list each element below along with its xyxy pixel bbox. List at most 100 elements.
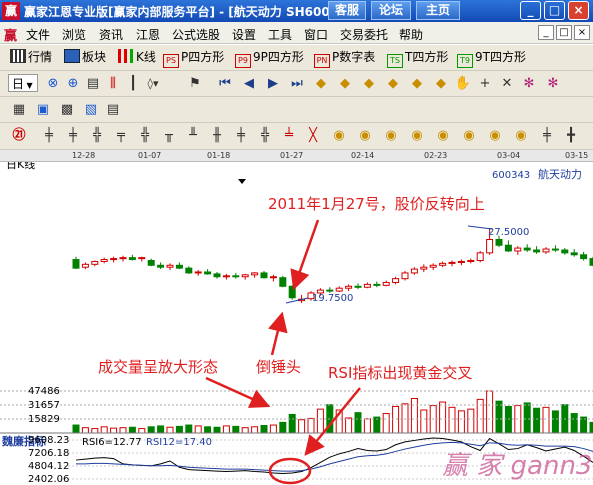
- last-icon[interactable]: ⏭: [288, 75, 306, 93]
- t9-icon: T9: [457, 54, 473, 68]
- draw-11-icon[interactable]: ╧: [280, 127, 298, 145]
- period-select[interactable]: 日 ▼: [8, 74, 38, 92]
- draw-3-icon[interactable]: ╬: [88, 127, 106, 145]
- menu-formula[interactable]: 公式选股: [172, 26, 220, 43]
- volume-bar: [439, 401, 447, 434]
- p-number-button[interactable]: PN P数字表: [314, 48, 375, 68]
- hangqing-button[interactable]: 行情: [10, 48, 52, 66]
- t-square-button[interactable]: TS T四方形: [387, 48, 448, 68]
- zoom-icon[interactable]: ⊕: [64, 75, 82, 93]
- zhuye-button[interactable]: 主页: [416, 1, 460, 20]
- menu-help[interactable]: 帮助: [399, 26, 423, 43]
- next-icon[interactable]: ▶: [264, 75, 282, 93]
- volume-bar: [504, 405, 512, 434]
- candle-body: [382, 281, 390, 286]
- circle-6-icon[interactable]: ◉: [460, 127, 478, 145]
- draw-14-icon[interactable]: ╋: [562, 127, 580, 145]
- p-square-button[interactable]: PS P四方形: [163, 48, 224, 68]
- print-icon[interactable]: ▤: [104, 101, 122, 119]
- menu-info[interactable]: 资讯: [99, 26, 123, 43]
- chart-type-icon[interactable]: ▤: [84, 75, 102, 93]
- draw-10-icon[interactable]: ╬: [256, 127, 274, 145]
- menu-bar: 赢 文件 浏览 资讯 江恩 公式选股 设置 工具 窗口 交易委托 帮助 _ □ …: [0, 22, 593, 44]
- draw-13-icon[interactable]: ╪: [538, 127, 556, 145]
- minimize-button[interactable]: _: [520, 1, 541, 20]
- prev-icon[interactable]: ◀: [240, 75, 258, 93]
- volume-bar: [222, 425, 230, 434]
- circle-5-icon[interactable]: ◉: [434, 127, 452, 145]
- draw-12-icon[interactable]: ╳: [304, 127, 322, 145]
- diamond-zoom-out-icon[interactable]: ◆: [432, 75, 450, 93]
- window-icon[interactable]: ▣: [34, 101, 52, 119]
- mdi-minimize-button[interactable]: _: [538, 25, 554, 40]
- bar-chart-icon[interactable]: ⫼: [104, 75, 122, 93]
- kefu-button[interactable]: 客服: [328, 1, 366, 20]
- hand-icon[interactable]: ✋: [454, 75, 472, 93]
- volume-bar: [551, 410, 559, 434]
- candle-type-icon[interactable]: ◊▾: [144, 75, 162, 93]
- circle-2-icon[interactable]: ◉: [356, 127, 374, 145]
- cross-icon[interactable]: ✕: [498, 75, 516, 93]
- circle-8-icon[interactable]: ◉: [512, 127, 530, 145]
- candle-body: [72, 259, 80, 269]
- bankuai-button[interactable]: 板块: [64, 48, 106, 66]
- menu-tools[interactable]: 工具: [268, 26, 292, 43]
- annotation-hammer: 倒锤头: [256, 358, 301, 376]
- gann-box-icon[interactable]: ✻: [544, 75, 562, 93]
- maximize-button[interactable]: □: [544, 1, 565, 20]
- 9p-square-button[interactable]: P9 9P四方形: [235, 48, 304, 68]
- volume-bar: [194, 425, 202, 434]
- draw-2-icon[interactable]: ╪: [64, 127, 82, 145]
- diamond-up-icon[interactable]: ◆: [360, 75, 378, 93]
- link-icon[interactable]: ⊗: [44, 75, 62, 93]
- draw-9-icon[interactable]: ╪: [232, 127, 250, 145]
- close-button[interactable]: ×: [568, 1, 589, 20]
- luntan-button[interactable]: 论坛: [371, 1, 411, 20]
- network-icon[interactable]: ▧: [82, 101, 100, 119]
- candle-body: [354, 285, 362, 288]
- menu-browse[interactable]: 浏览: [62, 26, 86, 43]
- first-icon[interactable]: ⏮: [216, 75, 234, 93]
- gann-fan-icon[interactable]: ✻: [520, 75, 538, 93]
- mdi-restore-button[interactable]: □: [556, 25, 572, 40]
- title-bar[interactable]: 赢 赢家江恩专业版[赢家内部服务平台] - [航天动力 SH600343] 客服…: [0, 0, 593, 22]
- menu-file[interactable]: 文件: [26, 26, 50, 43]
- diamond-zoom-in-icon[interactable]: ◆: [408, 75, 426, 93]
- diamond-right-icon[interactable]: ◆: [336, 75, 354, 93]
- volume-bar: [232, 425, 240, 434]
- menu-gann[interactable]: 江恩: [136, 26, 160, 43]
- draw-6-icon[interactable]: ╥: [160, 127, 178, 145]
- calculator-icon[interactable]: ▦: [10, 101, 28, 119]
- draw-5-icon[interactable]: ╬: [136, 127, 154, 145]
- circle-3-icon[interactable]: ◉: [382, 127, 400, 145]
- circle-7-icon[interactable]: ◉: [486, 127, 504, 145]
- candle-bar-icon[interactable]: ┃: [124, 75, 142, 93]
- draw-4-icon[interactable]: ╤: [112, 127, 130, 145]
- 9t-square-button[interactable]: T9 9T四方形: [457, 48, 526, 68]
- diamond-down-icon[interactable]: ◆: [384, 75, 402, 93]
- app-window: 赢 赢家江恩专业版[赢家内部服务平台] - [航天动力 SH600343] 客服…: [0, 0, 593, 485]
- save-icon[interactable]: ▩: [58, 101, 76, 119]
- cursor-marker-icon: [238, 179, 246, 184]
- mdi-close-button[interactable]: ×: [574, 25, 590, 40]
- diamond-left-icon[interactable]: ◆: [312, 75, 330, 93]
- date-tick: 01-07: [138, 151, 162, 160]
- menu-window[interactable]: 窗口: [304, 26, 328, 43]
- volume-bar: [448, 406, 456, 434]
- flag-icon[interactable]: ⚑: [186, 75, 204, 93]
- crosshair-icon[interactable]: +: [476, 75, 494, 93]
- menu-trade[interactable]: 交易委托: [340, 26, 388, 43]
- volume-bar: [110, 427, 118, 434]
- draw-1-icon[interactable]: ╪: [40, 127, 58, 145]
- candle-body: [222, 275, 230, 278]
- draw-8-icon[interactable]: ╫: [208, 127, 226, 145]
- volume-bar: [72, 424, 80, 434]
- menu-settings[interactable]: 设置: [232, 26, 256, 43]
- chart-panel[interactable]: 12-28 01-07 01-18 01-27 02-14 02-23 03-0…: [0, 150, 593, 485]
- app-menu-logo-icon[interactable]: 赢: [4, 25, 17, 44]
- circle-1-icon[interactable]: ◉: [330, 127, 348, 145]
- draw-7-icon[interactable]: ╨: [184, 127, 202, 145]
- circle-4-icon[interactable]: ◉: [408, 127, 426, 145]
- kline-button[interactable]: K线: [118, 48, 156, 66]
- calendar-icon[interactable]: ㉑: [10, 127, 28, 145]
